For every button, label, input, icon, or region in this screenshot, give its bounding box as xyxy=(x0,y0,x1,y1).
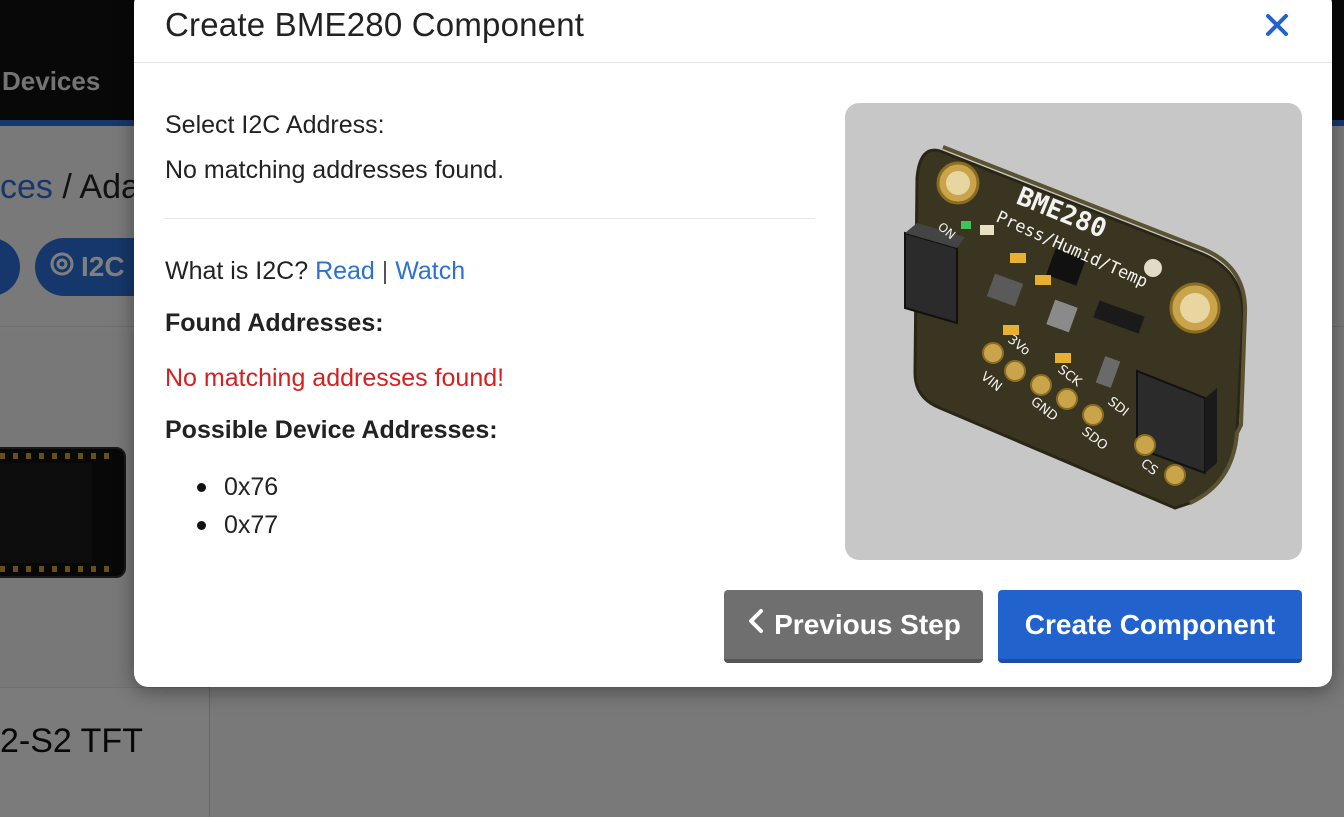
create-component-label: Create Component xyxy=(1024,608,1276,640)
found-addresses-error: No matching addresses found! xyxy=(165,364,505,392)
no-addresses-text: No matching addresses found. xyxy=(165,156,505,184)
what-is-i2c: What is I2C? Read | Watch xyxy=(165,257,465,286)
create-component-modal: Create BME280 Component Select I2C Addre… xyxy=(134,0,1332,687)
what-is-i2c-prefix: What is I2C? xyxy=(165,257,309,285)
bme280-product-image: BME280 Press/Humid/Temp ON VIN 3Vo GND S… xyxy=(845,103,1302,560)
list-item: 0x76 xyxy=(197,468,278,506)
link-separator: | xyxy=(381,257,389,285)
bme280-board-illustration: BME280 Press/Humid/Temp ON VIN 3Vo GND S… xyxy=(904,145,1248,510)
possible-addresses-list: 0x76 0x77 xyxy=(197,468,278,544)
modal-header: Create BME280 Component xyxy=(134,0,1332,63)
list-item: 0x77 xyxy=(197,506,278,544)
modal-title: Create BME280 Component xyxy=(165,6,585,43)
watch-link[interactable]: Watch xyxy=(395,257,465,285)
previous-step-label: Previous Step xyxy=(774,608,961,640)
bullet-icon xyxy=(197,520,206,530)
possible-addresses-heading: Possible Device Addresses: xyxy=(165,416,498,444)
section-divider xyxy=(165,218,815,219)
chevron-left-icon xyxy=(746,608,766,641)
address-value: 0x76 xyxy=(224,473,279,501)
previous-step-button[interactable]: Previous Step xyxy=(724,590,983,663)
select-address-label: Select I2C Address: xyxy=(165,111,385,139)
read-link[interactable]: Read xyxy=(315,257,375,285)
bullet-icon xyxy=(197,482,206,492)
close-button[interactable] xyxy=(1262,10,1292,40)
create-component-button[interactable]: Create Component xyxy=(998,590,1302,663)
address-value: 0x77 xyxy=(224,511,279,539)
found-addresses-heading: Found Addresses: xyxy=(165,309,384,337)
close-icon xyxy=(1266,14,1288,36)
